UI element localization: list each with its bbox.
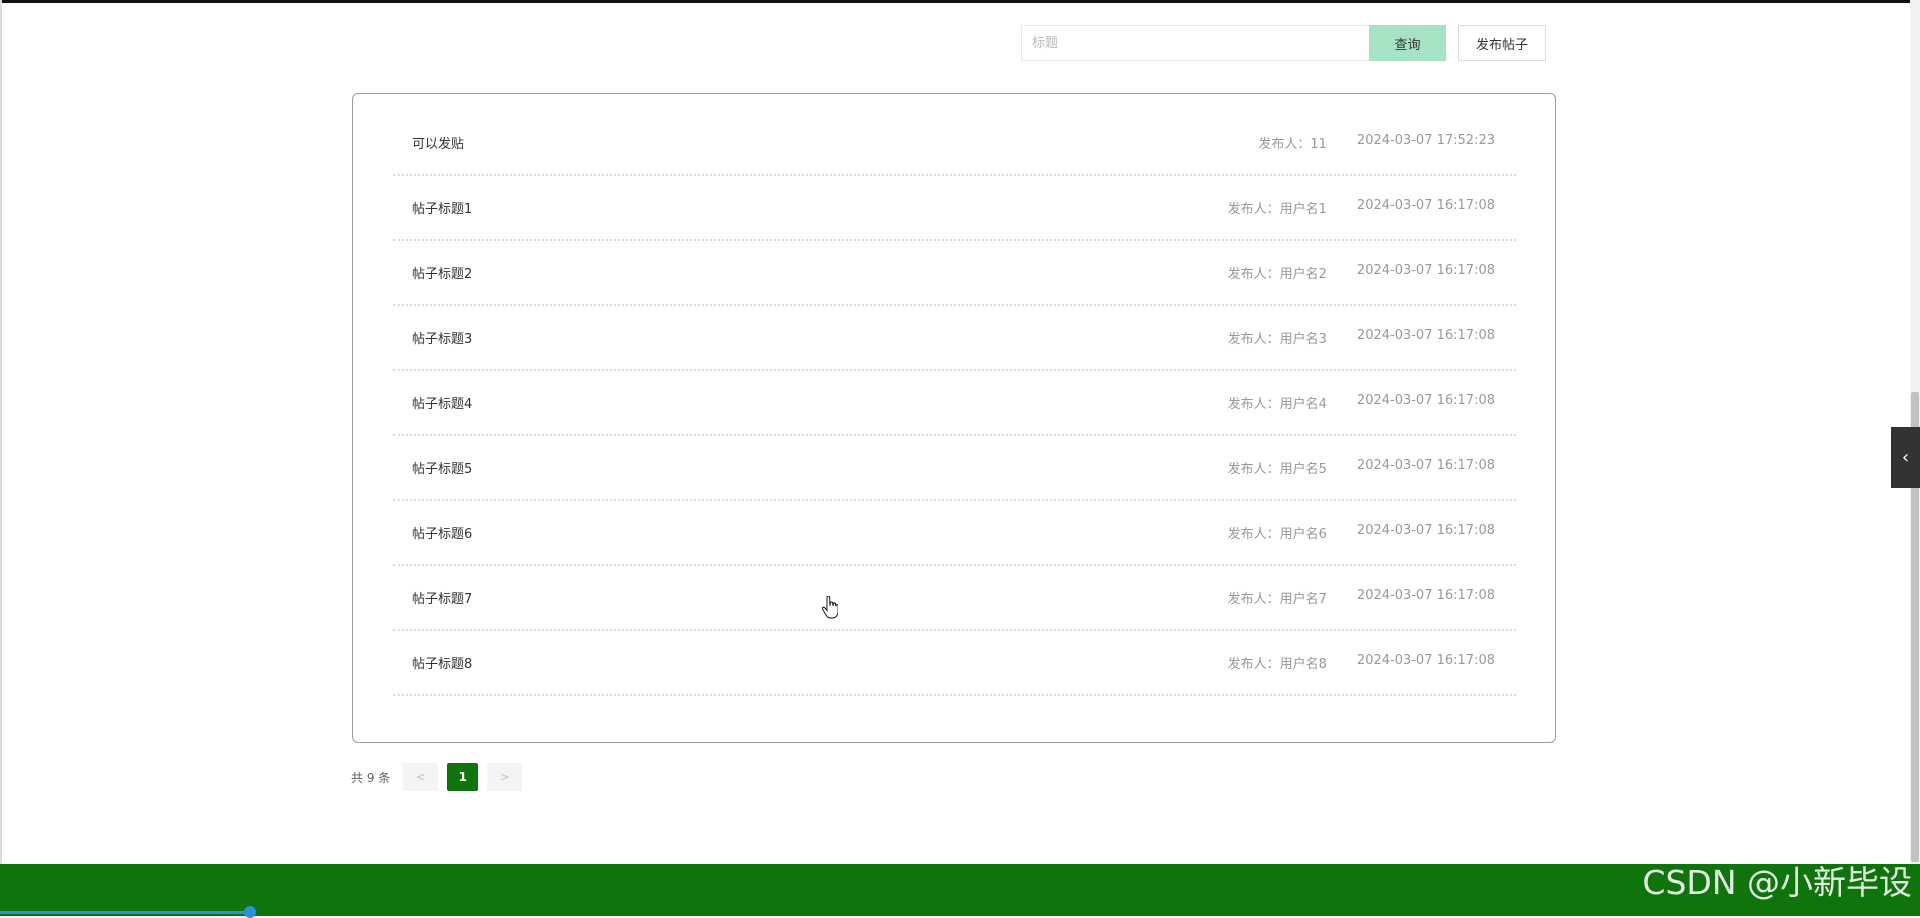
- post-author: 发布人：用户名3: [1227, 332, 1327, 347]
- post-title[interactable]: 帖子标题3: [412, 328, 472, 347]
- next-page-button[interactable]: >: [487, 763, 523, 791]
- chevron-left-icon: ‹: [1901, 447, 1910, 468]
- left-border: [0, 0, 2, 916]
- post-row[interactable]: 可以发贴 发布人：11 2024-03-07 17:52:23: [393, 111, 1516, 176]
- post-meta: 发布人：用户名8 2024-03-07 16:17:08: [1228, 653, 1495, 672]
- publish-post-button[interactable]: 发布帖子: [1458, 25, 1546, 61]
- post-list-panel: 可以发贴 发布人：11 2024-03-07 17:52:23 帖子标题1 发布…: [352, 93, 1556, 743]
- post-row[interactable]: 帖子标题7 发布人：用户名7 2024-03-07 16:17:08: [393, 566, 1516, 631]
- post-author: 发布人：11: [1258, 137, 1327, 152]
- post-title[interactable]: 帖子标题1: [412, 198, 472, 217]
- search-bar: 查询: [1021, 25, 1446, 61]
- post-meta: 发布人：用户名2 2024-03-07 16:17:08: [1228, 263, 1495, 282]
- watermark: CSDN @小新毕设: [1642, 863, 1912, 902]
- post-row[interactable]: 帖子标题3 发布人：用户名3 2024-03-07 16:17:08: [393, 306, 1516, 371]
- page-button-current[interactable]: 1: [447, 763, 479, 791]
- top-border: [0, 0, 1920, 3]
- post-meta: 发布人：用户名6 2024-03-07 16:17:08: [1228, 523, 1495, 542]
- progress-dot: [244, 906, 256, 918]
- post-row[interactable]: 帖子标题1 发布人：用户名1 2024-03-07 16:17:08: [393, 176, 1516, 241]
- search-input[interactable]: [1021, 25, 1369, 61]
- post-row[interactable]: 帖子标题2 发布人：用户名2 2024-03-07 16:17:08: [393, 241, 1516, 306]
- post-author: 发布人：用户名1: [1227, 202, 1327, 217]
- post-time: 2024-03-07 16:17:08: [1356, 393, 1495, 408]
- post-title[interactable]: 帖子标题6: [412, 523, 472, 542]
- post-meta: 发布人：用户名5 2024-03-07 16:17:08: [1228, 458, 1495, 477]
- footer-band: [0, 864, 1920, 916]
- post-title[interactable]: 可以发贴: [412, 133, 464, 152]
- post-meta: 发布人：用户名1 2024-03-07 16:17:08: [1228, 198, 1495, 217]
- post-title[interactable]: 帖子标题4: [412, 393, 472, 412]
- pagination-total: 共 9 条: [351, 770, 391, 785]
- post-author: 发布人：用户名8: [1227, 657, 1327, 672]
- post-time: 2024-03-07 17:52:23: [1356, 133, 1495, 148]
- post-time: 2024-03-07 16:17:08: [1356, 523, 1495, 538]
- post-author: 发布人：用户名2: [1227, 267, 1327, 282]
- post-author: 发布人：用户名5: [1227, 462, 1327, 477]
- post-row[interactable]: 帖子标题8 发布人：用户名8 2024-03-07 16:17:08: [393, 631, 1516, 696]
- side-panel-toggle[interactable]: ‹: [1891, 427, 1920, 488]
- post-author: 发布人：用户名6: [1227, 527, 1327, 542]
- post-meta: 发布人：用户名7 2024-03-07 16:17:08: [1228, 588, 1495, 607]
- post-time: 2024-03-07 16:17:08: [1356, 263, 1495, 278]
- post-time: 2024-03-07 16:17:08: [1356, 198, 1495, 213]
- post-title[interactable]: 帖子标题5: [412, 458, 472, 477]
- post-time: 2024-03-07 16:17:08: [1356, 328, 1495, 343]
- post-time: 2024-03-07 16:17:08: [1356, 653, 1495, 668]
- post-meta: 发布人：用户名3 2024-03-07 16:17:08: [1228, 328, 1495, 347]
- post-meta: 发布人：11 2024-03-07 17:52:23: [1258, 133, 1495, 152]
- progress-line: [0, 911, 248, 914]
- post-title[interactable]: 帖子标题2: [412, 263, 472, 282]
- post-list: 可以发贴 发布人：11 2024-03-07 17:52:23 帖子标题1 发布…: [393, 111, 1516, 696]
- post-time: 2024-03-07 16:17:08: [1356, 458, 1495, 473]
- post-title[interactable]: 帖子标题8: [412, 653, 472, 672]
- post-meta: 发布人：用户名4 2024-03-07 16:17:08: [1228, 393, 1495, 412]
- post-row[interactable]: 帖子标题6 发布人：用户名6 2024-03-07 16:17:08: [393, 501, 1516, 566]
- query-button[interactable]: 查询: [1369, 25, 1446, 61]
- post-row[interactable]: 帖子标题4 发布人：用户名4 2024-03-07 16:17:08: [393, 371, 1516, 436]
- pagination: 共 9 条 < 1 >: [351, 763, 531, 791]
- prev-page-button[interactable]: <: [403, 763, 439, 791]
- post-author: 发布人：用户名7: [1227, 592, 1327, 607]
- post-row[interactable]: 帖子标题5 发布人：用户名5 2024-03-07 16:17:08: [393, 436, 1516, 501]
- post-time: 2024-03-07 16:17:08: [1356, 588, 1495, 603]
- post-author: 发布人：用户名4: [1227, 397, 1327, 412]
- hand-cursor-icon: [822, 596, 838, 619]
- post-title[interactable]: 帖子标题7: [412, 588, 472, 607]
